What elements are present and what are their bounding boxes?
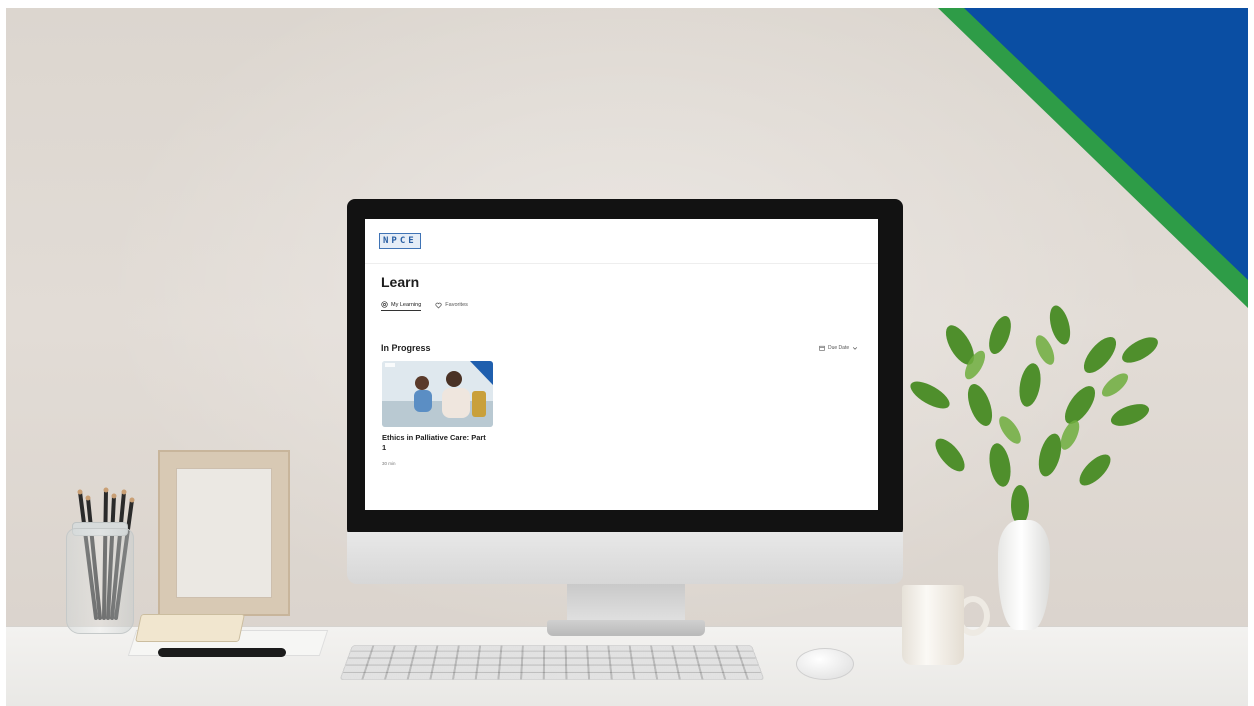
heart-icon bbox=[435, 302, 442, 308]
notebook bbox=[135, 614, 245, 642]
course-duration: 30 min bbox=[382, 461, 396, 466]
calendar-icon bbox=[819, 345, 825, 351]
course-thumbnail[interactable] bbox=[382, 361, 493, 427]
pen bbox=[158, 648, 286, 657]
chevron-down-icon bbox=[853, 347, 858, 350]
monitor-screen: NPCE Learn My Learning Favorites In Prog… bbox=[365, 219, 878, 510]
page-title: Learn bbox=[381, 274, 420, 290]
target-icon bbox=[381, 301, 388, 308]
vase bbox=[998, 520, 1050, 630]
sort-dropdown[interactable]: Due Date bbox=[819, 345, 858, 351]
brand-corner-graphic bbox=[938, 8, 1248, 308]
glass-jar bbox=[66, 528, 134, 634]
sort-label: Due Date bbox=[828, 345, 850, 351]
logo[interactable]: NPCE bbox=[379, 233, 421, 249]
tab-label: My Learning bbox=[391, 301, 422, 308]
keyboard bbox=[339, 644, 765, 681]
tab-my-learning[interactable]: My Learning bbox=[381, 301, 422, 311]
tab-label: Favorites bbox=[445, 302, 468, 308]
app-header: NPCE bbox=[365, 219, 878, 264]
tab-bar: My Learning Favorites bbox=[381, 301, 468, 311]
plant-leaves bbox=[910, 305, 1158, 525]
monitor-chin bbox=[347, 532, 903, 584]
section-title: In Progress bbox=[381, 343, 431, 353]
coffee-mug bbox=[902, 585, 964, 665]
picture-frame bbox=[158, 450, 290, 616]
course-title[interactable]: Ethics in Palliative Care: Part 1 bbox=[382, 433, 492, 453]
monitor-stand-base bbox=[547, 620, 705, 636]
mouse bbox=[796, 648, 854, 680]
tab-favorites[interactable]: Favorites bbox=[435, 301, 468, 311]
